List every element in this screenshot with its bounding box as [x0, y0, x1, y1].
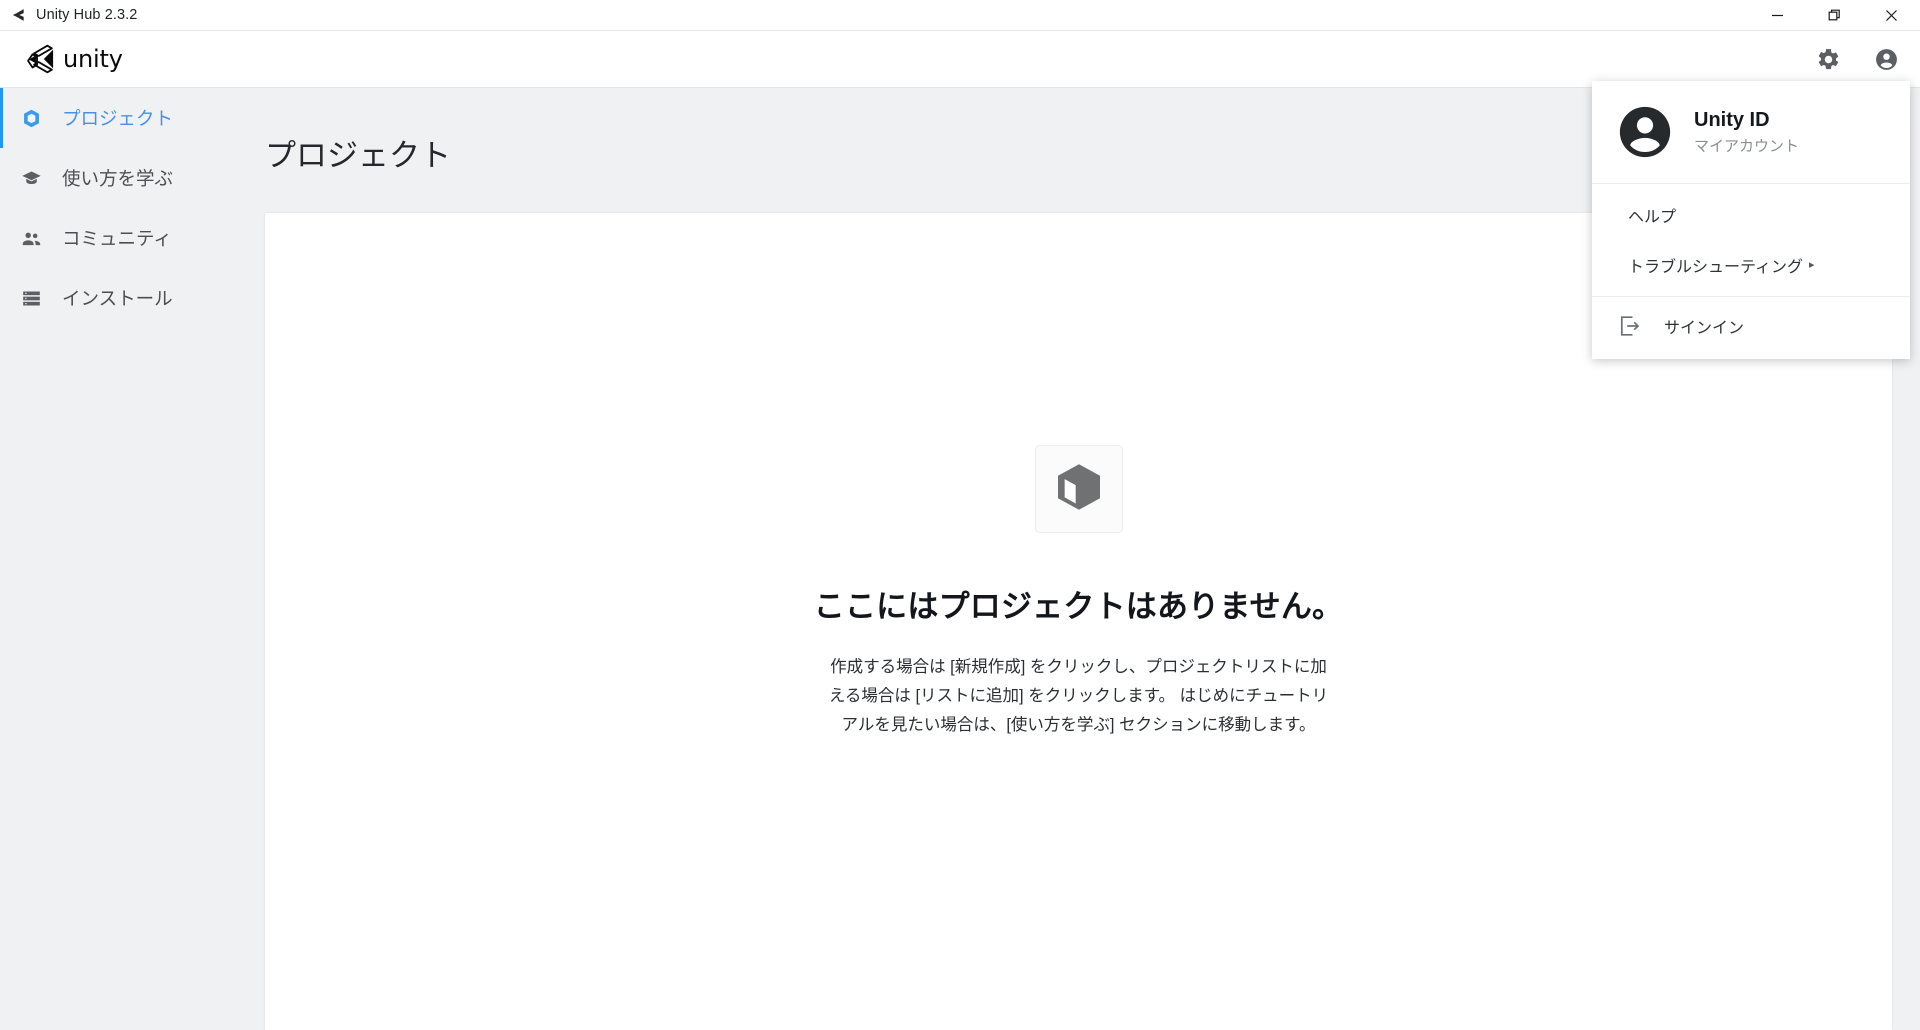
account-subtitle: マイアカウント [1694, 137, 1800, 155]
unity-hub-window: Unity Hub 2.3.2 unity プロジェクト 使い方を学ぶ コミュニ… [0, 0, 1920, 1030]
sidebar-item-installs[interactable]: インストール [0, 268, 265, 328]
sidebar-item-label: インストール [62, 288, 173, 309]
active-accent-bar [0, 208, 3, 268]
list-icon [20, 287, 42, 309]
menu-item-signin[interactable]: サインイン [1592, 301, 1910, 351]
gear-icon[interactable] [1814, 46, 1842, 74]
unity-brand-logo: unity [26, 44, 123, 74]
empty-desc-line-1: 作成する場合は [新規作成] をクリックし、プロジェクトリストに加 [830, 658, 1327, 676]
account-circle-icon[interactable] [1872, 46, 1900, 74]
empty-desc-line-2: える場合は [リストに追加] をクリックします。 はじめにチュートリ [828, 687, 1329, 705]
account-avatar-icon [1616, 103, 1674, 161]
sidebar-item-label: プロジェクト [62, 108, 174, 129]
menu-item-label: トラブルシューティング [1628, 259, 1804, 276]
sidebar-item-community[interactable]: コミュニティ [0, 208, 265, 268]
minimize-button[interactable] [1749, 0, 1806, 31]
cube-icon [20, 107, 42, 129]
sidebar-item-label: コミュニティ [62, 228, 172, 249]
account-name: Unity ID [1694, 108, 1770, 131]
active-accent-bar [0, 148, 3, 208]
cube-icon [1051, 459, 1107, 520]
header-actions [1814, 31, 1900, 88]
sidebar-nav: プロジェクト 使い方を学ぶ コミュニティ インストール [0, 88, 265, 1030]
maximize-button[interactable] [1806, 0, 1863, 31]
sidebar-item-projects[interactable]: プロジェクト [0, 88, 265, 148]
account-dropdown-links: ヘルプ トラブルシューティング ▸ [1592, 184, 1910, 297]
active-accent-bar [0, 268, 3, 328]
empty-state-description: 作成する場合は [新規作成] をクリックし、プロジェクトリストに加 える場合は … [799, 653, 1359, 740]
empty-state-icon-box [1034, 445, 1123, 533]
window-titlebar: Unity Hub 2.3.2 [0, 0, 1920, 31]
chevron-right-icon: ▸ [1809, 258, 1815, 271]
sign-in-icon [1616, 312, 1644, 340]
menu-item-label: ヘルプ [1628, 209, 1677, 226]
account-dropdown-menu: Unity ID マイアカウント ヘルプ トラブルシューティング ▸ サインイン [1592, 81, 1910, 359]
window-controls [1749, 0, 1920, 31]
empty-desc-line-3: アルを見たい場合は、[使い方を学ぶ] セクションに移動します。 [841, 716, 1316, 734]
unity-logo-icon [26, 44, 56, 74]
empty-state-title: ここにはプロジェクトはありません。 [813, 589, 1344, 624]
close-button[interactable] [1863, 0, 1920, 31]
app-header: unity [0, 31, 1920, 88]
titlebar-left-group: Unity Hub 2.3.2 [0, 0, 137, 30]
sidebar-item-learn[interactable]: 使い方を学ぶ [0, 148, 265, 208]
menu-item-label: サインイン [1664, 320, 1745, 337]
page-title: プロジェクト [265, 138, 451, 173]
active-accent-bar [0, 88, 3, 148]
menu-item-help[interactable]: ヘルプ [1592, 190, 1910, 240]
empty-state: ここにはプロジェクトはありません。 作成する場合は [新規作成] をクリックし、… [265, 445, 1892, 740]
window-title: Unity Hub 2.3.2 [36, 7, 138, 23]
unity-wordmark: unity [63, 45, 123, 73]
graduation-cap-icon [20, 167, 42, 189]
people-icon [20, 227, 42, 249]
account-dropdown-signin-group: サインイン [1592, 297, 1910, 359]
sidebar-item-label: 使い方を学ぶ [62, 168, 174, 189]
account-dropdown-header[interactable]: Unity ID マイアカウント [1592, 81, 1910, 184]
menu-item-troubleshooting[interactable]: トラブルシューティング ▸ [1592, 240, 1910, 290]
unity-logo-icon [9, 6, 27, 24]
account-identity: Unity ID マイアカウント [1694, 109, 1799, 156]
